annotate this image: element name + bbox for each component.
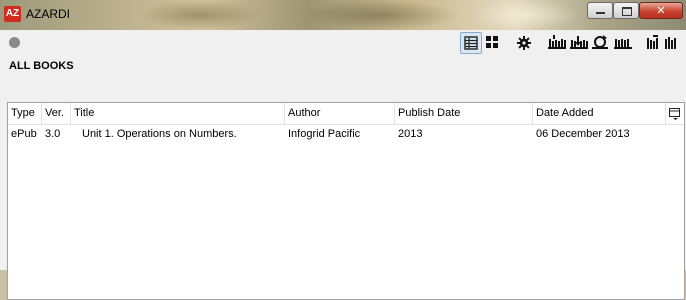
status-indicator bbox=[9, 37, 20, 48]
column-chooser-icon bbox=[669, 108, 680, 120]
maximize-button[interactable] bbox=[613, 2, 639, 19]
cell-title: Unit 1. Operations on Numbers. bbox=[82, 128, 237, 140]
column-header-author[interactable]: Author bbox=[285, 103, 395, 124]
title-bar: AZ AZARDI ✕ bbox=[0, 0, 686, 30]
shelf-books-icon bbox=[665, 37, 676, 49]
add-books-icon bbox=[548, 35, 566, 49]
maximize-icon bbox=[622, 7, 632, 16]
list-view-icon bbox=[464, 36, 478, 50]
library-shelf-button[interactable] bbox=[611, 32, 633, 54]
list-view-button[interactable] bbox=[460, 32, 482, 54]
section-title: ALL BOOKS bbox=[9, 60, 74, 72]
close-icon: ✕ bbox=[656, 4, 666, 17]
minimize-button[interactable] bbox=[587, 2, 613, 19]
cell-type: ePub bbox=[11, 128, 37, 140]
cell-date-added: 06 December 2013 bbox=[536, 128, 630, 140]
shelf-manage-icon bbox=[647, 35, 658, 49]
sync-icon bbox=[592, 35, 608, 49]
column-header-date-added[interactable]: Date Added bbox=[533, 103, 666, 124]
main-window: ALL BOOKS Type Ver. Title Author Publish… bbox=[0, 30, 686, 300]
cell-version: 3.0 bbox=[45, 128, 61, 140]
column-header-version[interactable]: Ver. bbox=[42, 103, 71, 124]
grid-view-button[interactable] bbox=[482, 32, 504, 54]
table-row[interactable]: ePub 3.0 Unit 1. Operations on Numbers. … bbox=[8, 125, 684, 144]
column-chooser-button[interactable] bbox=[666, 103, 684, 124]
shelf-books-button[interactable] bbox=[661, 32, 683, 54]
grid-view-icon bbox=[486, 36, 498, 48]
gear-icon bbox=[517, 36, 531, 50]
close-button[interactable]: ✕ bbox=[639, 2, 683, 19]
cell-author: Infogrid Pacific bbox=[288, 128, 361, 140]
column-header-type[interactable]: Type bbox=[8, 103, 42, 124]
table-header: Type Ver. Title Author Publish Date Date… bbox=[8, 103, 684, 125]
column-header-publish-date[interactable]: Publish Date bbox=[395, 103, 533, 124]
import-books-button[interactable] bbox=[567, 32, 589, 54]
shelf-icon bbox=[614, 39, 632, 49]
add-books-button[interactable] bbox=[545, 32, 567, 54]
column-header-title[interactable]: Title bbox=[71, 103, 285, 124]
cell-publish-date: 2013 bbox=[398, 128, 423, 140]
settings-button[interactable] bbox=[513, 32, 535, 54]
app-logo: AZ bbox=[4, 6, 21, 22]
book-table: Type Ver. Title Author Publish Date Date… bbox=[7, 102, 685, 300]
sync-library-button[interactable] bbox=[589, 32, 611, 54]
minimize-icon bbox=[596, 12, 605, 14]
window-title: AZARDI bbox=[26, 7, 71, 21]
import-books-icon bbox=[570, 36, 588, 49]
